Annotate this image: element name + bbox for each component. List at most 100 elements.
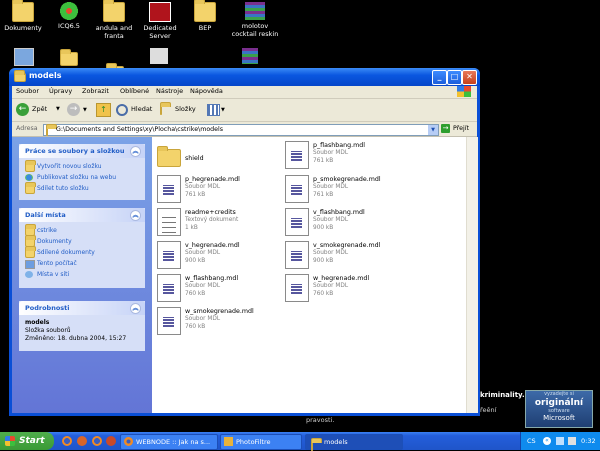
desktop-icon-label: molotov cocktail reskin <box>231 22 279 38</box>
forward-arrow-icon[interactable]: → <box>67 103 80 116</box>
menu-upravy[interactable]: Úpravy <box>49 87 72 95</box>
winrar-archive-icon <box>245 2 265 20</box>
system-tray: CS « 0:32 <box>520 432 600 450</box>
desktop-icon-label: Dokumenty <box>4 24 42 32</box>
file-name: p_hegrenade.mdl <box>185 176 240 183</box>
details-header[interactable]: Podrobnosti ︽ <box>19 301 145 315</box>
vertical-scrollbar[interactable] <box>466 137 478 413</box>
details-modified: Změněno: 18. dubna 2004, 15:27 <box>25 335 127 342</box>
file-name: shield <box>185 155 204 162</box>
media-icon[interactable] <box>106 436 116 446</box>
file-name: w_smokegrenade.mdl <box>185 308 254 315</box>
taskbar-item-webnode[interactable]: WEBNODE :: Jak na s... <box>120 434 218 450</box>
volume-tray-icon[interactable] <box>568 437 576 445</box>
address-dropdown-button[interactable]: ▼ <box>428 125 438 135</box>
firefox-icon[interactable] <box>62 436 72 446</box>
search-button[interactable]: Hledat <box>116 103 156 117</box>
collapse-chevron-icon[interactable]: ︽ <box>130 303 141 314</box>
details-name: models <box>25 319 50 326</box>
firefox-icon[interactable] <box>92 436 102 446</box>
new-folder-link[interactable]: Vytvořit novou složku <box>19 160 145 172</box>
details-type: Složka souborů <box>25 327 71 334</box>
window-title: models <box>29 71 62 80</box>
folder-icon <box>157 146 181 167</box>
other-places-panel: Další místa ︽ cstrike Dokumenty Sdílené … <box>19 208 145 288</box>
desktop-icon-dokumenty[interactable]: Dokumenty <box>0 0 49 32</box>
place-dokumenty[interactable]: Dokumenty <box>19 235 145 247</box>
desktop-icon-label: Dedicated Server <box>143 24 177 40</box>
mdl-file-icon <box>157 241 181 269</box>
network-tray-icon[interactable] <box>556 437 564 445</box>
collapse-chevron-icon[interactable]: ︽ <box>130 210 141 221</box>
file-item-w-smokegrenade[interactable]: w_smokegrenade.mdl Soubor MDL 760 kB <box>157 305 307 337</box>
place-my-computer[interactable]: Tento počítač <box>19 258 145 269</box>
file-type: Soubor MDL <box>313 283 349 289</box>
close-button[interactable]: ✕ <box>462 70 477 85</box>
address-input[interactable]: G:\Documents and Settings\xy\Plocha\cstr… <box>43 124 439 136</box>
share-folder-link[interactable]: Sdílet tuto složku <box>19 182 145 194</box>
file-item-v-flashbang[interactable]: v_flashbang.mdl Soubor MDL 900 kB <box>285 206 435 238</box>
desktop-icon-bep[interactable]: BEP <box>179 0 231 32</box>
back-button[interactable]: ← Zpět ▼ <box>16 103 62 117</box>
place-cstrike[interactable]: cstrike <box>19 224 145 236</box>
file-item-p-flashbang[interactable]: p_flashbang.mdl Soubor MDL 761 kB <box>285 139 435 171</box>
window-client: Soubor Úpravy Zobrazit Oblíbené Nástroje… <box>12 86 478 413</box>
language-indicator[interactable]: CS <box>527 432 536 450</box>
file-item-p-smokegrenade[interactable]: p_smokegrenade.mdl Soubor MDL 761 kB <box>285 173 435 205</box>
other-places-header[interactable]: Další místa ︽ <box>19 208 145 222</box>
file-item-w-hegrenade[interactable]: w_hegrenade.mdl Soubor MDL 760 kB <box>285 272 435 304</box>
file-size: 761 kB <box>313 192 334 198</box>
windows-logo-icon <box>5 436 15 446</box>
taskbar-item-photofiltre[interactable]: PhotoFiltre <box>220 434 302 450</box>
desktop-icon-molotov[interactable]: molotov cocktail reskin <box>229 2 281 38</box>
computer-icon[interactable] <box>14 48 34 66</box>
link-label: Tento počítač <box>37 260 77 267</box>
menu-nastroje[interactable]: Nástroje <box>156 87 183 95</box>
winrar-archive-icon[interactable] <box>242 48 258 64</box>
task-pane: Práce se soubory a složkou ︽ Vytvořit no… <box>12 137 152 413</box>
folders-button[interactable]: Složky <box>160 103 200 117</box>
link-label: Sdílené dokumenty <box>37 249 95 256</box>
file-type: Textový dokument <box>185 217 239 223</box>
publish-web-link[interactable]: Publikovat složku na webu <box>19 172 145 183</box>
back-arrow-icon: ← <box>16 103 29 116</box>
task-label: PhotoFiltre <box>236 438 271 446</box>
file-item-v-smokegrenade[interactable]: v_smokegrenade.mdl Soubor MDL 900 kB <box>285 239 435 271</box>
background-text: kriminality. <box>480 391 525 399</box>
tray-arrow-icon[interactable]: « <box>543 437 551 445</box>
title-bar[interactable]: models _ □ ✕ <box>9 68 480 86</box>
folder-icon[interactable] <box>60 49 78 66</box>
explorer-quicklaunch-icon[interactable] <box>77 436 87 446</box>
maximize-button[interactable]: □ <box>447 70 462 85</box>
up-folder-icon[interactable]: ↑ <box>96 103 111 117</box>
menu-soubor[interactable]: Soubor <box>16 87 39 95</box>
place-network[interactable]: Místa v síti <box>19 269 145 280</box>
file-type: Soubor MDL <box>313 250 349 256</box>
taskbar-item-models[interactable]: models <box>305 434 403 451</box>
original-software-badge: vyzadejte si originální software Microso… <box>525 390 593 428</box>
views-button[interactable]: ▼ <box>206 102 228 117</box>
taskbar: Start WEBNODE :: Jak na s... PhotoFiltre… <box>0 432 600 451</box>
file-size: 760 kB <box>313 291 334 297</box>
menu-zobrazit[interactable]: Zobrazit <box>82 87 109 95</box>
file-size: 761 kB <box>185 192 206 198</box>
minimize-button[interactable]: _ <box>432 70 447 85</box>
menu-oblibene[interactable]: Oblíbené <box>120 87 149 95</box>
desktop-icon-andula[interactable]: andula and franta <box>88 0 140 40</box>
dedicated-server-icon <box>149 2 171 22</box>
counter-strike-icon[interactable] <box>150 48 168 64</box>
go-button[interactable]: → Přejít <box>441 123 475 135</box>
collapse-chevron-icon[interactable]: ︽ <box>130 146 141 157</box>
menu-napoveda[interactable]: Nápověda <box>190 87 223 95</box>
place-shared-documents[interactable]: Sdílené dokumenty <box>19 246 145 258</box>
chevron-down-icon[interactable]: ▼ <box>83 107 87 113</box>
file-tasks-header[interactable]: Práce se soubory a složkou ︽ <box>19 144 145 158</box>
mdl-file-icon <box>285 241 309 269</box>
file-list: shield p_flashbang.mdl Soubor MDL 761 kB… <box>152 137 466 413</box>
chevron-down-icon[interactable]: ▼ <box>56 106 60 112</box>
desktop-icon-label: ICQ6.5 <box>58 22 80 30</box>
share-folder-icon <box>25 182 36 194</box>
clock[interactable]: 0:32 <box>581 432 596 450</box>
start-button[interactable]: Start <box>0 432 54 450</box>
link-label: cstrike <box>37 227 57 234</box>
